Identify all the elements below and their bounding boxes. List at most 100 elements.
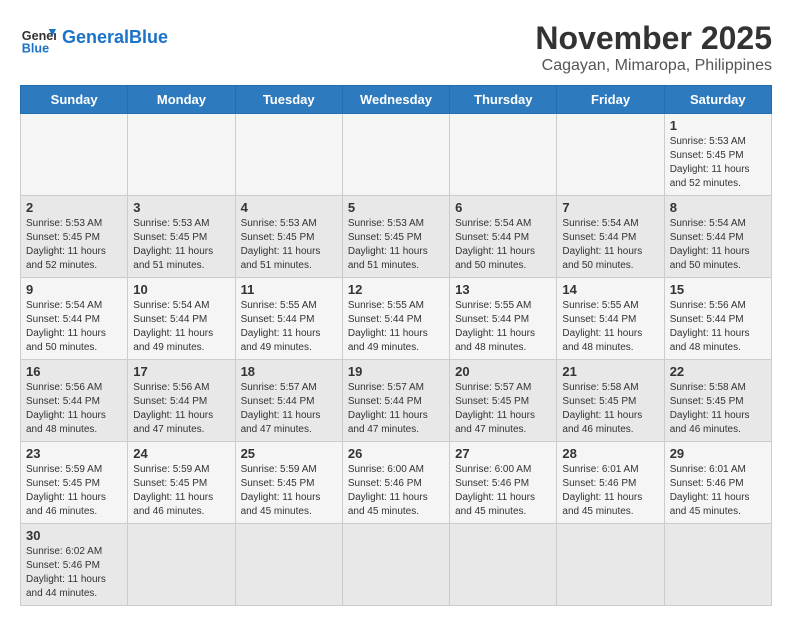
- day-number: 20: [455, 364, 551, 379]
- calendar-cell: 19 Sunrise: 5:57 AM Sunset: 5:44 PM Dayli…: [342, 360, 449, 442]
- week-row-2: 2 Sunrise: 5:53 AM Sunset: 5:45 PM Daylig…: [21, 196, 772, 278]
- day-number: 5: [348, 200, 444, 215]
- calendar-cell: [128, 524, 235, 606]
- month-title: November 2025: [535, 20, 772, 57]
- header: General Blue GeneralBlue November 2025 C…: [20, 20, 772, 75]
- day-number: 29: [670, 446, 766, 461]
- calendar-cell: 14 Sunrise: 5:55 AM Sunset: 5:44 PM Dayli…: [557, 278, 664, 360]
- day-info: Sunrise: 5:55 AM Sunset: 5:44 PM Dayligh…: [348, 299, 444, 355]
- calendar-cell: 9Sunrise: 5:54 AM Sunset: 5:44 PM Daylig…: [21, 278, 128, 360]
- calendar-cell: 21 Sunrise: 5:58 AM Sunset: 5:45 PM Dayli…: [557, 360, 664, 442]
- calendar-cell: [557, 524, 664, 606]
- day-number: 3: [133, 200, 229, 215]
- logo-text: GeneralBlue: [62, 28, 168, 48]
- calendar-cell: 7 Sunrise: 5:54 AM Sunset: 5:44 PM Daylig…: [557, 196, 664, 278]
- day-info: Sunrise: 5:57 AM Sunset: 5:44 PM Dayligh…: [348, 381, 444, 437]
- day-info: Sunrise: 5:53 AM Sunset: 5:45 PM Dayligh…: [133, 217, 229, 273]
- day-info: Sunrise: 6:01 AM Sunset: 5:46 PM Dayligh…: [670, 463, 766, 519]
- calendar-cell: 2 Sunrise: 5:53 AM Sunset: 5:45 PM Daylig…: [21, 196, 128, 278]
- weekday-header-wednesday: Wednesday: [342, 86, 449, 114]
- weekday-header-monday: Monday: [128, 86, 235, 114]
- day-info: Sunrise: 5:53 AM Sunset: 5:45 PM Dayligh…: [26, 217, 122, 273]
- day-number: 13: [455, 282, 551, 297]
- logo: General Blue GeneralBlue: [20, 20, 168, 56]
- calendar-cell: 4 Sunrise: 5:53 AM Sunset: 5:45 PM Daylig…: [235, 196, 342, 278]
- day-number: 22: [670, 364, 766, 379]
- day-number: 17: [133, 364, 229, 379]
- day-number: 24: [133, 446, 229, 461]
- calendar-cell: 23 Sunrise: 5:59 AM Sunset: 5:45 PM Dayli…: [21, 442, 128, 524]
- day-info: Sunrise: 5:58 AM Sunset: 5:45 PM Dayligh…: [670, 381, 766, 437]
- week-row-1: 1 Sunrise: 5:53 AM Sunset: 5:45 PM Daylig…: [21, 114, 772, 196]
- calendar-cell: 10Sunrise: 5:54 AM Sunset: 5:44 PM Dayli…: [128, 278, 235, 360]
- calendar-cell: [128, 114, 235, 196]
- calendar-cell: 29 Sunrise: 6:01 AM Sunset: 5:46 PM Dayli…: [664, 442, 771, 524]
- day-info: Sunrise: 5:55 AM Sunset: 5:44 PM Dayligh…: [562, 299, 658, 355]
- weekday-header-saturday: Saturday: [664, 86, 771, 114]
- day-number: 26: [348, 446, 444, 461]
- calendar-cell: [664, 524, 771, 606]
- day-info: Sunrise: 6:00 AM Sunset: 5:46 PM Dayligh…: [348, 463, 444, 519]
- day-info: Sunrise: 5:54 AM Sunset: 5:44 PM Dayligh…: [670, 217, 766, 273]
- day-info: Sunrise: 5:53 AM Sunset: 5:45 PM Dayligh…: [241, 217, 337, 273]
- calendar-cell: 5Sunrise: 5:53 AM Sunset: 5:45 PM Daylig…: [342, 196, 449, 278]
- day-number: 25: [241, 446, 337, 461]
- calendar-cell: 13 Sunrise: 5:55 AM Sunset: 5:44 PM Dayli…: [450, 278, 557, 360]
- calendar-cell: 25 Sunrise: 5:59 AM Sunset: 5:45 PM Dayli…: [235, 442, 342, 524]
- day-info: Sunrise: 5:54 AM Sunset: 5:44 PM Dayligh…: [562, 217, 658, 273]
- weekday-header-sunday: Sunday: [21, 86, 128, 114]
- day-info: Sunrise: 5:56 AM Sunset: 5:44 PM Dayligh…: [133, 381, 229, 437]
- calendar-cell: [557, 114, 664, 196]
- day-info: Sunrise: 5:58 AM Sunset: 5:45 PM Dayligh…: [562, 381, 658, 437]
- week-row-6: 30Sunrise: 6:02 AM Sunset: 5:46 PM Dayli…: [21, 524, 772, 606]
- weekday-header-friday: Friday: [557, 86, 664, 114]
- calendar-cell: 16 Sunrise: 5:56 AM Sunset: 5:44 PM Dayli…: [21, 360, 128, 442]
- calendar-cell: 22 Sunrise: 5:58 AM Sunset: 5:45 PM Dayli…: [664, 360, 771, 442]
- day-info: Sunrise: 6:02 AM Sunset: 5:46 PM Dayligh…: [26, 545, 122, 601]
- calendar-cell: 12Sunrise: 5:55 AM Sunset: 5:44 PM Dayli…: [342, 278, 449, 360]
- calendar-cell: 18Sunrise: 5:57 AM Sunset: 5:44 PM Dayli…: [235, 360, 342, 442]
- day-number: 16: [26, 364, 122, 379]
- day-number: 19: [348, 364, 444, 379]
- day-info: Sunrise: 5:55 AM Sunset: 5:44 PM Dayligh…: [455, 299, 551, 355]
- day-info: Sunrise: 5:53 AM Sunset: 5:45 PM Dayligh…: [670, 135, 766, 191]
- day-number: 21: [562, 364, 658, 379]
- day-number: 8: [670, 200, 766, 215]
- day-info: Sunrise: 5:59 AM Sunset: 5:45 PM Dayligh…: [133, 463, 229, 519]
- day-number: 14: [562, 282, 658, 297]
- weekday-header-row: SundayMondayTuesdayWednesdayThursdayFrid…: [21, 86, 772, 114]
- calendar-cell: 8 Sunrise: 5:54 AM Sunset: 5:44 PM Daylig…: [664, 196, 771, 278]
- day-info: Sunrise: 5:59 AM Sunset: 5:45 PM Dayligh…: [26, 463, 122, 519]
- calendar-cell: 27Sunrise: 6:00 AM Sunset: 5:46 PM Dayli…: [450, 442, 557, 524]
- day-number: 4: [241, 200, 337, 215]
- day-number: 15: [670, 282, 766, 297]
- day-number: 11: [241, 282, 337, 297]
- day-number: 1: [670, 118, 766, 133]
- week-row-5: 23 Sunrise: 5:59 AM Sunset: 5:45 PM Dayli…: [21, 442, 772, 524]
- day-info: Sunrise: 5:55 AM Sunset: 5:44 PM Dayligh…: [241, 299, 337, 355]
- day-info: Sunrise: 6:01 AM Sunset: 5:46 PM Dayligh…: [562, 463, 658, 519]
- calendar-cell: 1 Sunrise: 5:53 AM Sunset: 5:45 PM Daylig…: [664, 114, 771, 196]
- day-number: 27: [455, 446, 551, 461]
- day-info: Sunrise: 5:59 AM Sunset: 5:45 PM Dayligh…: [241, 463, 337, 519]
- calendar-cell: 15Sunrise: 5:56 AM Sunset: 5:44 PM Dayli…: [664, 278, 771, 360]
- day-number: 6: [455, 200, 551, 215]
- weekday-header-tuesday: Tuesday: [235, 86, 342, 114]
- calendar-cell: 11 Sunrise: 5:55 AM Sunset: 5:44 PM Dayli…: [235, 278, 342, 360]
- day-number: 23: [26, 446, 122, 461]
- calendar-cell: [235, 524, 342, 606]
- day-number: 7: [562, 200, 658, 215]
- logo-icon: General Blue: [20, 20, 56, 56]
- calendar-cell: 30Sunrise: 6:02 AM Sunset: 5:46 PM Dayli…: [21, 524, 128, 606]
- calendar-cell: 28Sunrise: 6:01 AM Sunset: 5:46 PM Dayli…: [557, 442, 664, 524]
- calendar-cell: [235, 114, 342, 196]
- day-number: 2: [26, 200, 122, 215]
- day-info: Sunrise: 5:54 AM Sunset: 5:44 PM Dayligh…: [133, 299, 229, 355]
- calendar-cell: 17 Sunrise: 5:56 AM Sunset: 5:44 PM Dayli…: [128, 360, 235, 442]
- day-info: Sunrise: 5:57 AM Sunset: 5:45 PM Dayligh…: [455, 381, 551, 437]
- day-info: Sunrise: 5:56 AM Sunset: 5:44 PM Dayligh…: [26, 381, 122, 437]
- calendar-table: SundayMondayTuesdayWednesdayThursdayFrid…: [20, 85, 772, 606]
- week-row-3: 9Sunrise: 5:54 AM Sunset: 5:44 PM Daylig…: [21, 278, 772, 360]
- calendar-cell: 24 Sunrise: 5:59 AM Sunset: 5:45 PM Dayli…: [128, 442, 235, 524]
- svg-text:Blue: Blue: [22, 41, 49, 55]
